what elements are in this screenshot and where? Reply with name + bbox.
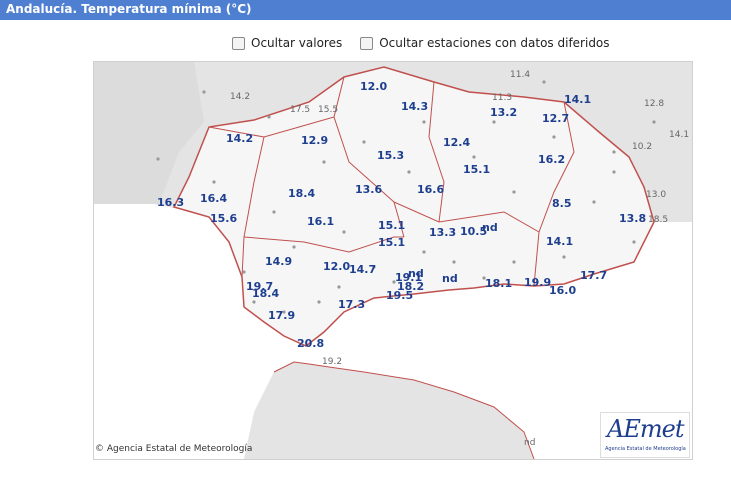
outside-value: 14.1: [669, 130, 689, 140]
outside-value: 11.3: [492, 93, 512, 103]
station-value: 15.1: [463, 163, 490, 176]
station-value: 12.4: [443, 136, 470, 149]
outside-value: 19.2: [322, 357, 342, 367]
station-value: 17.3: [338, 298, 365, 311]
hide-values-checkbox[interactable]: [232, 36, 245, 50]
aemet-logo-mark: AEmet: [607, 415, 684, 443]
station-value: 16.4: [200, 192, 227, 205]
outside-value: 15.5: [318, 105, 338, 115]
outside-value: nd: [524, 438, 535, 448]
station-value: 18.4: [288, 187, 315, 200]
outside-value: 18.5: [648, 215, 668, 225]
station-value: 17.7: [580, 269, 607, 282]
outside-value: 10.2: [632, 142, 652, 152]
station-value: 14.1: [546, 235, 573, 248]
hide-deferred-stations-label[interactable]: Ocultar estaciones con datos diferidos: [379, 36, 609, 50]
station-value: 19.5: [386, 289, 413, 302]
station-value: 15.1: [378, 236, 405, 249]
station-value: 15.3: [377, 149, 404, 162]
map-canvas: 11.4 14.2 17.5 15.5 11.3 12.8 14.1 10.2 …: [94, 62, 692, 459]
aemet-logo-subtext: Agencia Estatal de Meteorología: [605, 446, 686, 452]
station-value: 16.0: [549, 284, 576, 297]
station-value: 13.2: [490, 106, 517, 119]
station-value: 17.9: [268, 309, 295, 322]
outside-value: 11.4: [510, 70, 530, 80]
station-value: 13.8: [619, 212, 646, 225]
station-value: 12.0: [360, 80, 387, 93]
copyright-icon: ©: [95, 444, 104, 454]
station-value: 12.0: [323, 260, 350, 273]
outside-value: 14.2: [230, 92, 250, 102]
station-value: 18.4: [252, 287, 279, 300]
temperature-map[interactable]: 11.4 14.2 17.5 15.5 11.3 12.8 14.1 10.2 …: [93, 61, 693, 460]
station-value: 13.3: [429, 226, 456, 239]
hide-values-label[interactable]: Ocultar valores: [251, 36, 342, 50]
station-value: 8.5: [552, 197, 572, 210]
station-value: 12.7: [542, 112, 569, 125]
hide-deferred-stations-checkbox[interactable]: [360, 36, 374, 50]
station-value: 20.8: [297, 337, 324, 350]
station-value: nd: [408, 267, 424, 280]
outside-value: 17.5: [290, 105, 310, 115]
station-value: 14.3: [401, 100, 428, 113]
page-title: Andalucía. Temperatura mínima (°C): [6, 2, 252, 16]
station-value: nd: [442, 272, 458, 285]
station-value: 14.7: [349, 263, 376, 276]
station-value: 15.1: [378, 219, 405, 232]
station-value: 13.6: [355, 183, 382, 196]
map-options: Ocultar valores Ocultar estaciones con d…: [232, 33, 622, 53]
station-value: 16.1: [307, 215, 334, 228]
station-value: 16.3: [157, 196, 184, 209]
title-bar: Andalucía. Temperatura mínima (°C): [0, 0, 731, 20]
station-value: 12.9: [301, 134, 328, 147]
credit-text: Agencia Estatal de Meteorología: [106, 444, 253, 454]
outside-value: 12.8: [644, 99, 664, 109]
station-value: 14.2: [226, 132, 253, 145]
station-value: 14.1: [564, 93, 591, 106]
station-value: 19.9: [524, 276, 551, 289]
station-value: 15.6: [210, 212, 237, 225]
station-value: 14.9: [265, 255, 292, 268]
station-value: 16.6: [417, 183, 444, 196]
copyright-credit: © Agencia Estatal de Meteorología: [95, 444, 252, 454]
station-value: nd: [482, 221, 498, 234]
aemet-logo[interactable]: AEmet Agencia Estatal de Meteorología: [600, 412, 690, 458]
station-value: 18.1: [485, 277, 512, 290]
outside-value: 13.0: [646, 190, 666, 200]
station-value: 16.2: [538, 153, 565, 166]
